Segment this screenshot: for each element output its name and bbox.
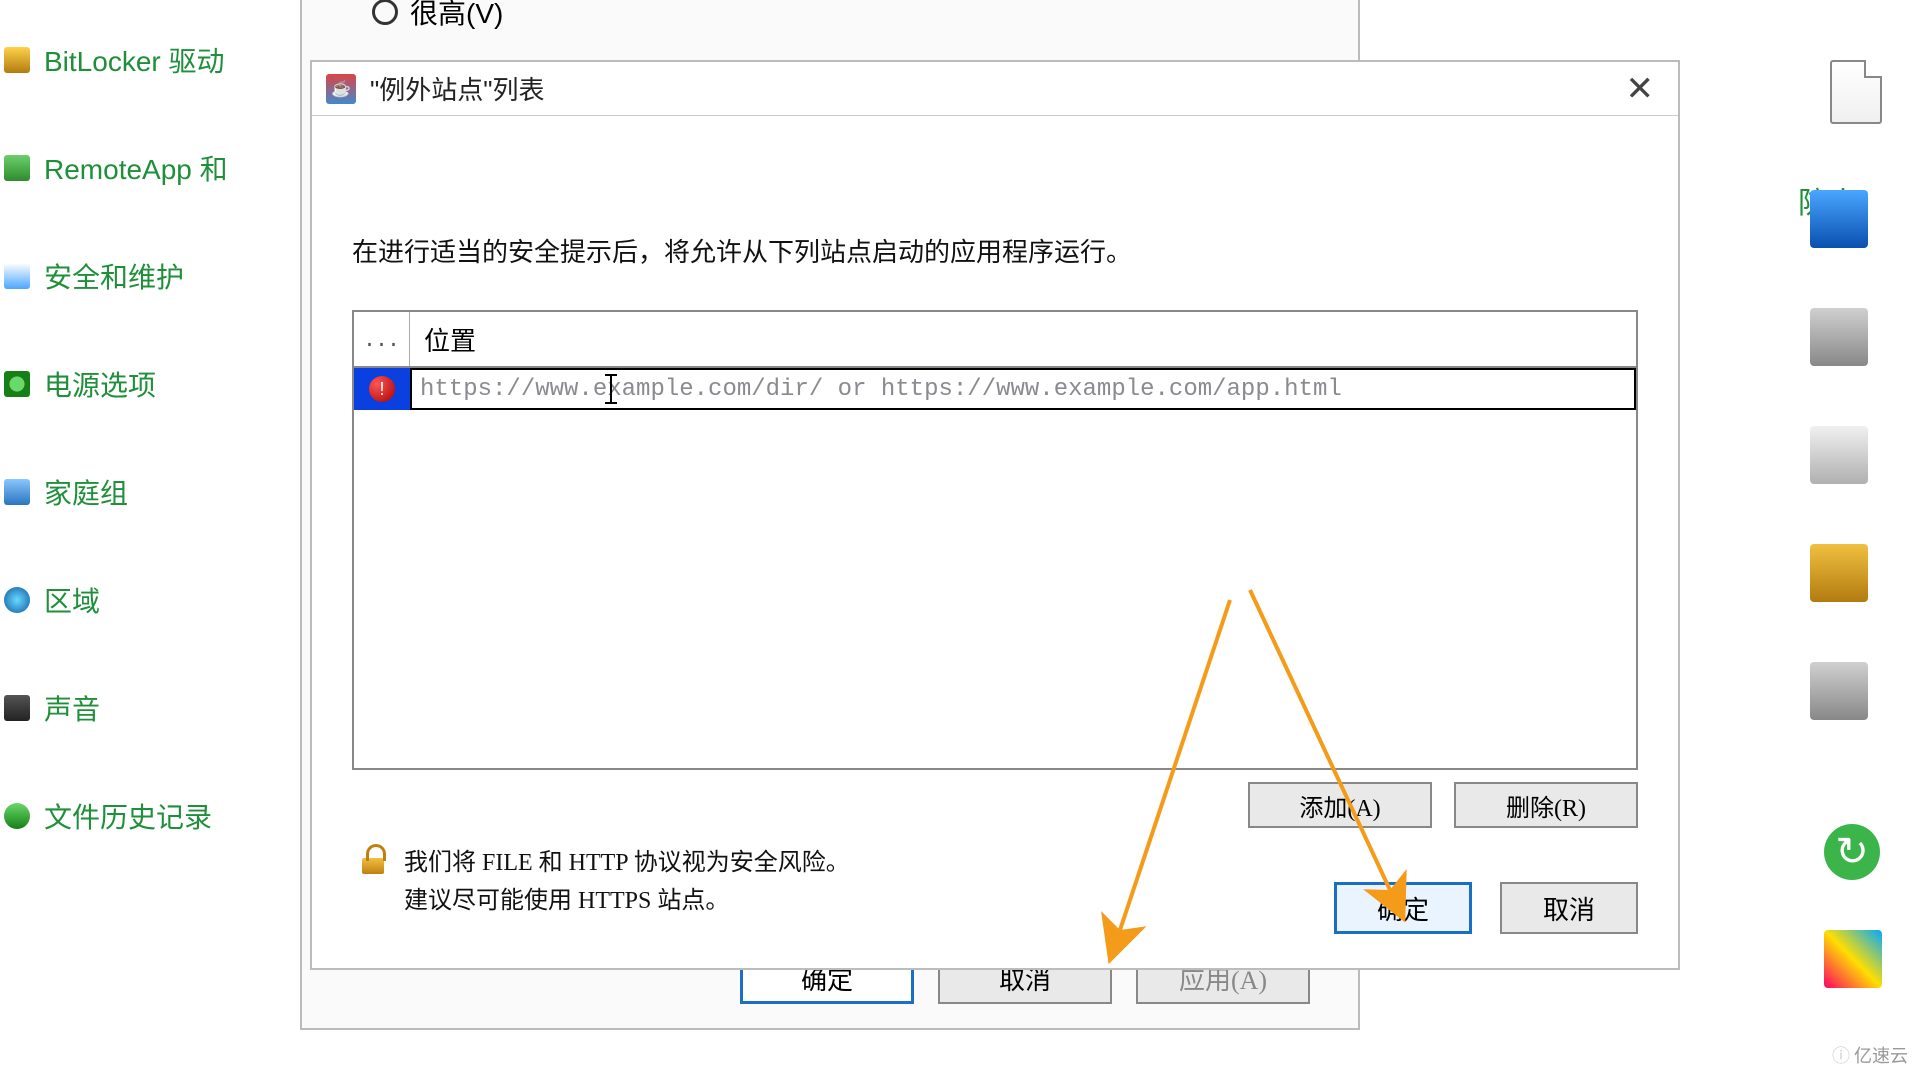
cp-label: BitLocker 驱动 (44, 40, 225, 80)
cp-item-filehistory[interactable]: 文件历史记录 (0, 796, 250, 836)
table-header: ... 位置 (354, 312, 1636, 368)
add-remove-row: 添加(A) 删除(R) (1248, 782, 1638, 828)
cp-item-bitlocker[interactable]: BitLocker 驱动 (0, 40, 250, 80)
watermark-text: 亿速云 (1854, 1042, 1908, 1068)
text-cursor-icon (610, 374, 612, 404)
remove-button[interactable]: 删除(R) (1454, 782, 1638, 828)
radio-icon (372, 0, 398, 25)
row-url-cell (410, 368, 1636, 410)
device-icon[interactable] (1810, 426, 1868, 484)
cp-label: 安全和维护 (44, 256, 184, 296)
control-panel-left: BitLocker 驱动 RemoteApp 和 安全和维护 电源选项 家庭组 … (0, 40, 250, 904)
control-panel-right (1810, 190, 1890, 780)
remoteapp-icon (4, 155, 30, 181)
dialog-buttons: 确定 取消 (1334, 882, 1638, 934)
windows-togo-icon[interactable] (1810, 190, 1868, 248)
warning-text: 我们将 FILE 和 HTTP 协议视为安全风险。 建议尽可能使用 HTTPS … (404, 844, 850, 921)
exception-sites-dialog: ☕ "例外站点"列表 ✕ 在进行适当的安全提示后，将允许从下列站点启动的应用程序… (310, 60, 1680, 970)
row-status-cell: ! (354, 368, 410, 410)
col-icon-header: ... (354, 312, 410, 366)
cp-item-homegroup[interactable]: 家庭组 (0, 472, 250, 512)
globe-icon (4, 587, 30, 613)
history-icon (4, 803, 30, 829)
cp-item-security[interactable]: 安全和维护 (0, 256, 250, 296)
color-management-icon[interactable] (1824, 930, 1882, 988)
cp-label: 电源选项 (44, 364, 156, 404)
titlebar: ☕ "例外站点"列表 ✕ (312, 62, 1678, 116)
add-button[interactable]: 添加(A) (1248, 782, 1432, 828)
drive-icon (4, 47, 30, 73)
cp-item-power[interactable]: 电源选项 (0, 364, 250, 404)
dialog-title: "例外站点"列表 (370, 70, 544, 107)
cp-label: 文件历史记录 (44, 796, 212, 836)
power-icon (4, 371, 30, 397)
file-icon[interactable] (1830, 60, 1882, 124)
ok-button[interactable]: 确定 (1334, 882, 1472, 934)
cp-label: 区域 (44, 580, 100, 620)
radio-label: 很高(V) (410, 0, 503, 32)
security-warning: 我们将 FILE 和 HTTP 协议视为安全风险。 建议尽可能使用 HTTPS … (360, 844, 850, 921)
cp-label: 声音 (44, 688, 100, 728)
sync-icon[interactable] (1824, 824, 1880, 880)
watermark: 亿速云 (1832, 1042, 1908, 1068)
java-icon: ☕ (326, 74, 356, 104)
col-location-header: 位置 (410, 312, 1636, 366)
cp-item-remoteapp[interactable]: RemoteApp 和 (0, 148, 250, 188)
table-row[interactable]: ! (354, 368, 1636, 410)
storage-icon[interactable] (1810, 308, 1868, 366)
printer-icon[interactable] (1810, 662, 1868, 720)
close-button[interactable]: ✕ (1616, 69, 1665, 109)
sites-table: ... 位置 ! (352, 310, 1638, 770)
dialog-description: 在进行适当的安全提示后，将允许从下列站点启动的应用程序运行。 (352, 232, 1132, 269)
people-icon (4, 479, 30, 505)
radio-very-high[interactable]: 很高(V) (372, 0, 503, 32)
warn-line2: 建议尽可能使用 HTTPS 站点。 (404, 882, 850, 920)
speaker-icon (4, 695, 30, 721)
url-input[interactable] (412, 370, 1634, 408)
cancel-button[interactable]: 取消 (1500, 882, 1638, 934)
cp-label: 家庭组 (44, 472, 128, 512)
lock-open-icon (360, 844, 390, 874)
credential-icon[interactable] (1810, 544, 1868, 602)
cp-label: RemoteApp 和 (44, 148, 228, 188)
alert-icon: ! (369, 376, 395, 402)
warn-line1: 我们将 FILE 和 HTTP 协议视为安全风险。 (404, 844, 850, 882)
flag-icon (4, 263, 30, 289)
cp-item-region[interactable]: 区域 (0, 580, 250, 620)
cp-item-sound[interactable]: 声音 (0, 688, 250, 728)
